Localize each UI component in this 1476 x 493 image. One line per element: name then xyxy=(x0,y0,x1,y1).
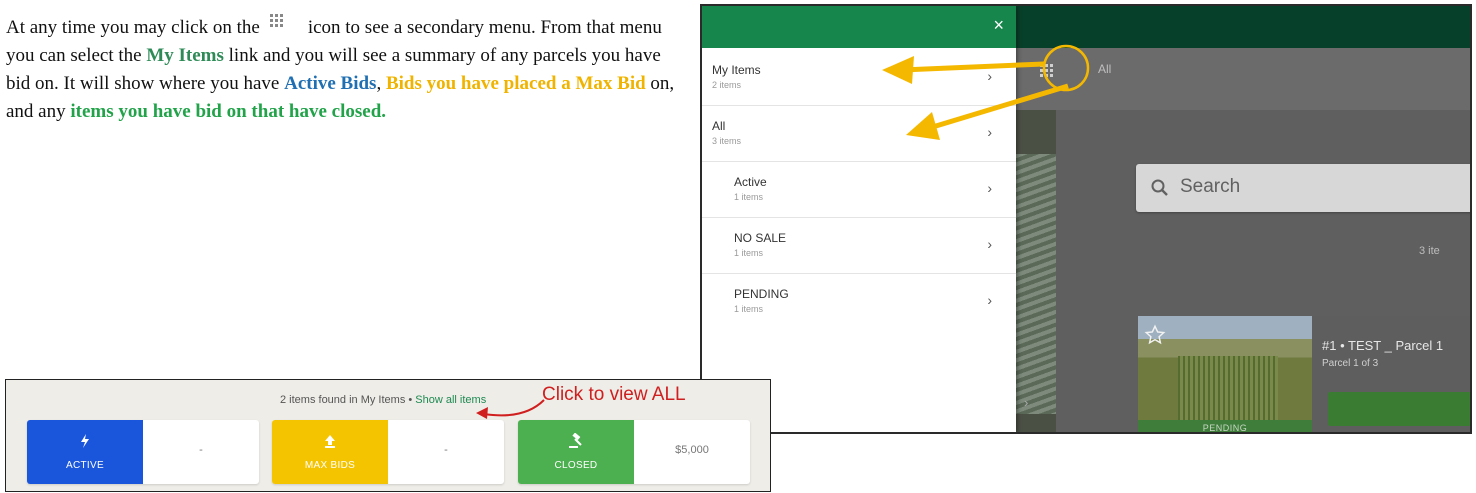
stat-label: ACTIVE xyxy=(66,460,104,471)
stat-closed[interactable]: CLOSED $5,000 xyxy=(518,420,750,484)
instruction-text: At any time you may click on the icon to … xyxy=(6,14,676,126)
instruction-part: At any time you may click on the xyxy=(6,17,260,38)
my-items-emphasis: My Items xyxy=(146,45,224,66)
my-items-summary-panel: 2 items found in My Items • Show all ite… xyxy=(5,379,771,492)
gavel-icon xyxy=(569,433,582,448)
grid-icon xyxy=(269,14,284,27)
items-found-text: 2 items found in My Items • Show all ite… xyxy=(280,394,486,406)
annotation-overlay xyxy=(882,44,1090,140)
stat-active[interactable]: ACTIVE - xyxy=(27,420,259,484)
highlight-circle xyxy=(1042,44,1090,92)
active-bids-emphasis: Active Bids xyxy=(284,73,377,94)
max-bid-emphasis: Bids you have placed a Max Bid xyxy=(385,73,646,94)
arrow-to-my-items xyxy=(882,56,1045,84)
upload-arrow-icon xyxy=(325,435,335,448)
click-to-view-all-annotation: Click to view ALL xyxy=(542,384,686,405)
items-found-label: 2 items found in My Items • xyxy=(280,394,413,406)
stat-value: - xyxy=(199,444,203,456)
app-screenshot: All › Search 3 ite PENDING #1 • TEST _ P… xyxy=(700,4,1472,434)
instruction-part: , xyxy=(376,73,382,94)
stat-max-bids[interactable]: MAX BIDS - xyxy=(272,420,504,484)
stat-value: $5,000 xyxy=(675,444,709,456)
max-bids-tile: MAX BIDS xyxy=(272,420,388,484)
stat-label: CLOSED xyxy=(554,460,598,471)
stat-label: MAX BIDS xyxy=(304,460,356,471)
lightning-icon xyxy=(81,434,89,448)
stat-value: - xyxy=(444,444,448,456)
closed-emphasis: items you have bid on that have closed. xyxy=(70,101,387,122)
arrow-to-all xyxy=(906,83,1069,140)
active-tile: ACTIVE xyxy=(27,420,143,484)
closed-tile: CLOSED xyxy=(518,420,634,484)
